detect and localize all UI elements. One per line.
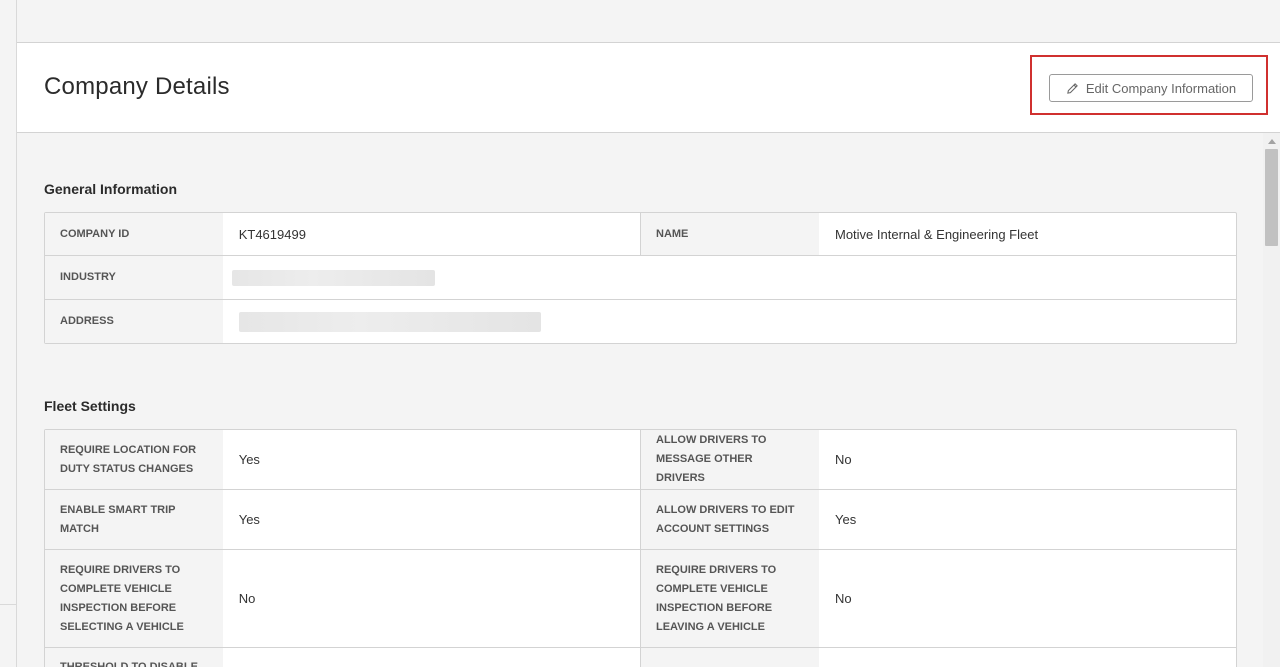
left-rail	[0, 0, 17, 667]
table-row: INDUSTRY	[45, 256, 1236, 300]
table-row: ENABLE SMART TRIP MATCH Yes ALLOW DRIVER…	[45, 490, 1236, 550]
address-label: ADDRESS	[45, 300, 223, 343]
setting-value: Yes	[238, 452, 260, 467]
setting-value: Yes	[835, 512, 857, 527]
edit-company-information-button[interactable]: Edit Company Information	[1049, 74, 1253, 102]
vertical-scrollbar[interactable]	[1263, 133, 1280, 667]
setting-label	[641, 648, 819, 667]
scroll-thumb[interactable]	[1265, 149, 1278, 246]
scroll-up-arrow-icon[interactable]	[1268, 139, 1276, 144]
industry-value	[223, 256, 1236, 299]
setting-value: No	[835, 452, 852, 467]
table-row: ADDRESS	[45, 300, 1236, 343]
setting-label: REQUIRE LOCATION FOR DUTY STATUS CHANGES	[45, 430, 223, 489]
redacted-industry	[232, 269, 435, 286]
industry-label: INDUSTRY	[45, 256, 223, 299]
general-information-title: General Information	[44, 181, 178, 197]
page-title: Company Details	[44, 73, 230, 100]
page-header: Company Details Edit Company Information	[17, 43, 1280, 133]
table-row: THRESHOLD TO DISABLE	[45, 648, 1236, 667]
top-bar	[17, 0, 1280, 43]
setting-label: REQUIRE DRIVERS TO COMPLETE VEHICLE INSP…	[641, 550, 819, 647]
table-row: REQUIRE LOCATION FOR DUTY STATUS CHANGES…	[45, 430, 1236, 490]
pencil-icon	[1067, 82, 1078, 94]
general-information-table: COMPANY ID KT4619499 NAME Motive Interna…	[44, 212, 1237, 344]
name-label: NAME	[641, 213, 819, 255]
setting-value: No	[835, 591, 852, 606]
setting-label: ALLOW DRIVERS TO EDIT ACCOUNT SETTINGS	[641, 490, 819, 549]
address-value	[223, 300, 1236, 343]
table-row: COMPANY ID KT4619499 NAME Motive Interna…	[45, 213, 1236, 256]
edit-button-label: Edit Company Information	[1085, 80, 1237, 96]
setting-label: THRESHOLD TO DISABLE	[45, 648, 223, 667]
fleet-settings-title: Fleet Settings	[44, 398, 136, 414]
setting-value: Yes	[238, 512, 260, 527]
setting-label: ALLOW DRIVERS TO MESSAGE OTHER DRIVERS	[641, 430, 819, 489]
redacted-address	[239, 311, 541, 332]
setting-value	[819, 648, 1237, 667]
main-content: General Information COMPANY ID KT4619499…	[17, 133, 1263, 667]
table-row: REQUIRE DRIVERS TO COMPLETE VEHICLE INSP…	[45, 550, 1236, 648]
rail-divider	[0, 604, 16, 605]
setting-label: REQUIRE DRIVERS TO COMPLETE VEHICLE INSP…	[45, 550, 223, 647]
fleet-settings-table: REQUIRE LOCATION FOR DUTY STATUS CHANGES…	[44, 429, 1237, 667]
company-id-label: COMPANY ID	[45, 213, 223, 255]
company-id-value: KT4619499	[238, 226, 306, 242]
setting-value	[223, 648, 640, 667]
name-value: Motive Internal & Engineering Fleet	[835, 226, 1039, 242]
setting-label: ENABLE SMART TRIP MATCH	[45, 490, 223, 549]
setting-value: No	[238, 591, 256, 606]
